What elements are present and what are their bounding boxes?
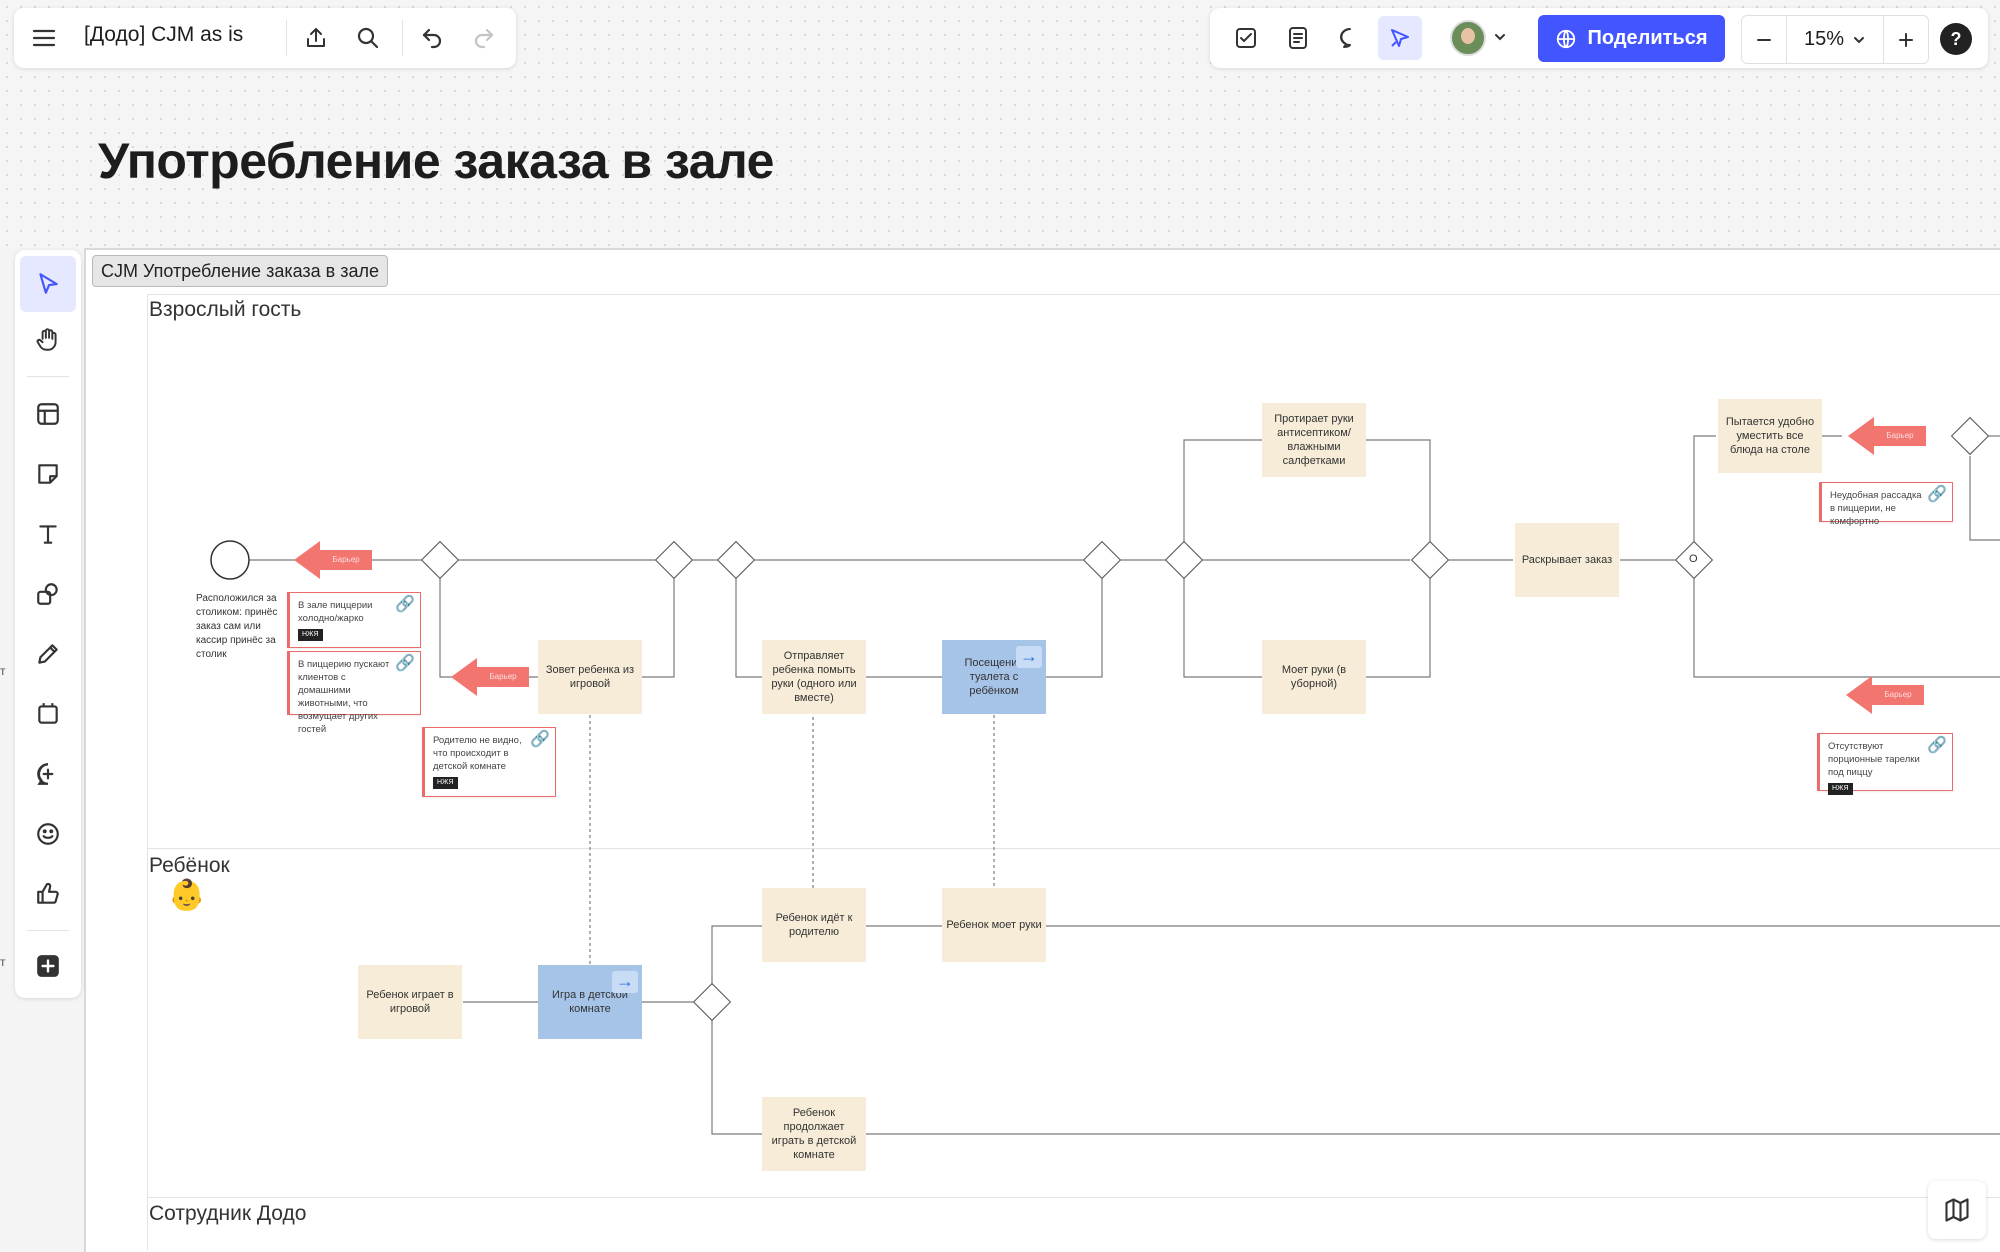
gateway-diamond[interactable] xyxy=(420,540,460,580)
reaction-tool[interactable] xyxy=(20,806,76,862)
barrier-arrow[interactable]: Барьер xyxy=(451,658,529,696)
step-wipe-hands[interactable]: Протирает руки антисептиком/влажными сал… xyxy=(1262,403,1366,477)
hand-icon xyxy=(36,328,57,351)
barrier-arrow-head xyxy=(294,541,320,579)
shapes-icon xyxy=(37,583,58,605)
step-child-plays[interactable]: Ребенок играет в игровой xyxy=(358,965,462,1039)
step-label: Отправляет ребенка помыть руки (одного и… xyxy=(771,650,857,704)
start-event[interactable] xyxy=(210,540,250,580)
step-child-continues[interactable]: Ребенок продолжает играть в детской комн… xyxy=(762,1097,866,1171)
sticky-note-tool[interactable] xyxy=(20,446,76,502)
start-note: Расположился за столиком: принёс заказ с… xyxy=(196,593,278,660)
minimap-button[interactable] xyxy=(1928,1181,1986,1239)
step-label: Ребенок продолжает играть в детской комн… xyxy=(771,1107,857,1161)
frame-icon xyxy=(38,703,58,724)
step-label: Ребенок идёт к родителю xyxy=(775,912,853,938)
barrier-arrow-head xyxy=(451,658,477,696)
text-tool[interactable] xyxy=(20,506,76,562)
pen-icon xyxy=(38,644,58,664)
gateway-diamond[interactable] xyxy=(1950,416,1990,456)
link-icon[interactable]: 🔗 xyxy=(395,656,415,672)
pain-card-text: Отсутствуют порционные тарелки под пиццу xyxy=(1828,741,1920,778)
hand-tool[interactable] xyxy=(20,312,76,368)
step-label: Зовет ребенка из игровой xyxy=(545,664,635,690)
thumbs-up-icon xyxy=(37,882,59,904)
barrier-label: Барьер xyxy=(320,550,372,570)
frame-tool[interactable] xyxy=(20,686,76,742)
link-icon[interactable]: 🔗 xyxy=(1927,487,1947,503)
left-toolbar xyxy=(15,250,81,998)
add-tool[interactable] xyxy=(20,938,76,994)
pain-card[interactable]: Неудобная рассадка в пиццерии, не комфор… xyxy=(1819,482,1953,527)
toolbar-divider xyxy=(27,376,69,377)
template-tool[interactable] xyxy=(20,386,76,442)
step-label: Протирает руки антисептиком/влажными сал… xyxy=(1274,413,1354,467)
pain-card-tag: НЖЯ xyxy=(1828,783,1853,795)
like-tool[interactable] xyxy=(20,866,76,922)
barrier-label: Барьер xyxy=(477,667,529,687)
barrier-label: Барьер xyxy=(1872,685,1924,705)
layout-icon xyxy=(37,403,59,425)
step-unpack-order[interactable]: Раскрывает заказ xyxy=(1515,523,1619,597)
gateway-diamond[interactable] xyxy=(692,982,732,1022)
gateway-diamond[interactable] xyxy=(1164,540,1204,580)
pain-card[interactable]: В зале пиццерии холодно/жарко НЖЯ 🔗 xyxy=(287,592,421,648)
emoji-icon xyxy=(37,823,59,845)
step-fit-dishes[interactable]: Пытается удобно уместить все блюда на ст… xyxy=(1718,399,1822,473)
pain-card-text: В зале пиццерии холодно/жарко xyxy=(298,600,373,624)
step-child-washes[interactable]: Ребенок моет руки xyxy=(942,888,1046,962)
plus-square-icon xyxy=(37,955,59,977)
barrier-arrow[interactable]: Барьер xyxy=(294,541,372,579)
link-icon[interactable]: 🔗 xyxy=(395,597,415,613)
pen-tool[interactable] xyxy=(20,626,76,682)
gateway-diamond[interactable] xyxy=(716,540,756,580)
step-toilet-visit[interactable]: Посещение туалета с ребёнком → xyxy=(942,640,1046,714)
cursor-icon xyxy=(39,273,58,294)
step-label: Пытается удобно уместить все блюда на ст… xyxy=(1725,416,1815,456)
barrier-arrow[interactable]: Барьер xyxy=(1846,676,1924,714)
gateway-diamond[interactable] xyxy=(654,540,694,580)
pain-card[interactable]: В пиццерию пускают клиентов с домашними … xyxy=(287,651,421,735)
barrier-arrow-head xyxy=(1846,676,1872,714)
pain-card-text: Неудобная рассадка в пиццерии, не комфор… xyxy=(1830,490,1922,527)
barrier-label: Барьер xyxy=(1874,426,1926,446)
pain-card-text: В пиццерию пускают клиентов с домашними … xyxy=(298,659,390,735)
pain-card[interactable]: Родителю не видно, что происходит в детс… xyxy=(422,727,556,797)
comment-tool[interactable] xyxy=(20,746,76,802)
arrow-right-icon[interactable]: → xyxy=(1016,646,1042,668)
step-label: Моет руки (в уборной) xyxy=(1281,664,1347,690)
sticky-note-icon xyxy=(38,464,58,484)
gateway-diamond[interactable] xyxy=(1082,540,1122,580)
link-icon[interactable]: 🔗 xyxy=(530,732,550,748)
gateway-diamond[interactable] xyxy=(1410,540,1450,580)
text-icon xyxy=(39,525,57,544)
arrow-right-icon[interactable]: → xyxy=(612,971,638,993)
step-child-goes[interactable]: Ребенок идёт к родителю xyxy=(762,888,866,962)
step-label: Раскрывает заказ xyxy=(1521,554,1613,566)
step-wash-hands[interactable]: Моет руки (в уборной) xyxy=(1262,640,1366,714)
step-send-wash[interactable]: Отправляет ребенка помыть руки (одного и… xyxy=(762,640,866,714)
pain-card-text: Родителю не видно, что происходит в детс… xyxy=(433,735,522,772)
map-icon xyxy=(1945,1198,1969,1222)
pain-card-tag: НЖЯ xyxy=(433,777,458,789)
step-label: Ребенок моет руки xyxy=(946,919,1042,931)
barrier-arrow-head xyxy=(1848,417,1874,455)
select-tool[interactable] xyxy=(20,256,76,312)
add-comment-icon xyxy=(37,763,54,785)
step-label: Ребенок играет в игровой xyxy=(366,989,454,1015)
link-icon[interactable]: 🔗 xyxy=(1927,738,1947,754)
step-call-child[interactable]: Зовет ребенка из игровой xyxy=(538,640,642,714)
shapes-tool[interactable] xyxy=(20,566,76,622)
barrier-arrow[interactable]: Барьер xyxy=(1848,417,1926,455)
gateway-o-label: O xyxy=(1689,553,1698,565)
pain-card[interactable]: Отсутствуют порционные тарелки под пиццу… xyxy=(1817,733,1953,795)
step-play-room[interactable]: Игра в детской комнате → xyxy=(538,965,642,1039)
toolbar-divider xyxy=(27,930,69,931)
pain-card-tag: НЖЯ xyxy=(298,629,323,641)
